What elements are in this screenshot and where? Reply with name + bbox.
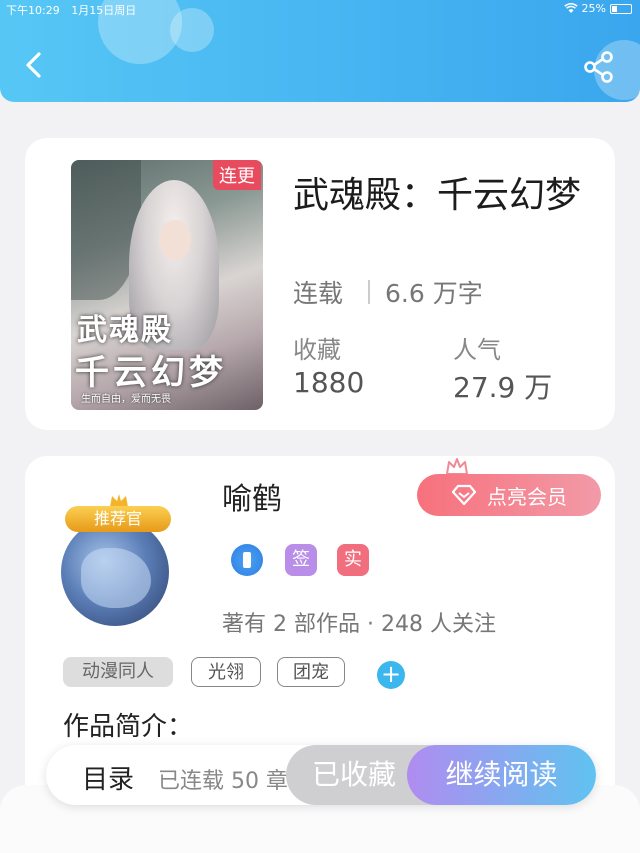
popularity-value: 27.9 万 — [453, 371, 553, 404]
divider — [368, 280, 370, 304]
chevron-left-icon — [26, 52, 41, 78]
status-time-text: 下午10:29 — [6, 4, 60, 17]
share-button[interactable] — [580, 48, 618, 86]
wifi-icon — [563, 3, 578, 13]
status-date: 1月15日周日 — [71, 4, 137, 17]
share-icon — [584, 51, 613, 83]
favorites-label: 收藏 — [293, 336, 341, 364]
book-word-count: 6.6 万字 — [385, 279, 483, 308]
status-right: 25% — [563, 2, 632, 15]
cover-caption: 生而自由，爱而无畏 — [81, 394, 171, 405]
vip-button[interactable]: 点亮会员 — [417, 474, 601, 516]
author-name[interactable]: 喻鹤 — [222, 474, 282, 518]
serial-status: 已连载 50 章 — [158, 769, 288, 794]
bottom-action-bar: 目录 已连载 50 章 已收藏 继续阅读 — [46, 745, 596, 805]
cover-status-badge: 连更 — [213, 160, 261, 190]
book-cover[interactable]: 连更 武魂殿 千云幻梦 生而自由，爱而无畏 — [71, 160, 263, 410]
verified-badge: 实 — [337, 544, 369, 576]
add-tag-button[interactable]: + — [377, 661, 405, 689]
cover-title-line2: 千云幻梦 — [75, 353, 227, 393]
book-title: 武魂殿：千云幻梦 — [293, 175, 582, 216]
back-button[interactable] — [18, 48, 52, 82]
header: 下午10:29 1月15日周日 25% — [0, 0, 640, 102]
intro-title: 作品简介： — [63, 712, 194, 742]
recommender-ribbon: 推荐官 — [65, 506, 171, 532]
status-time: 下午10:29 1月15日周日 — [6, 2, 136, 18]
battery-icon — [610, 3, 632, 14]
tag-chip[interactable]: 团宠 — [277, 657, 345, 687]
avatar-art — [81, 548, 151, 608]
signed-badge: 签 — [285, 544, 317, 576]
cover-title-line1: 武魂殿 — [77, 313, 173, 348]
favorites-value: 1880 — [293, 366, 365, 399]
cover-art-face — [159, 220, 191, 260]
phone-badge-glyph — [243, 552, 251, 568]
vip-crown-icon — [446, 458, 468, 475]
author-meta: 著有 2 部作品 · 248 人关注 — [222, 612, 496, 637]
diamond-icon — [451, 484, 477, 506]
battery-percent: 25% — [581, 2, 606, 15]
book-status: 连载 — [293, 279, 344, 308]
tag-chip[interactable]: 光翎 — [191, 657, 261, 687]
vip-button-label: 点亮会员 — [487, 484, 567, 509]
avatar[interactable] — [61, 518, 169, 626]
phone-badge-icon — [231, 544, 263, 576]
book-info-card: 连更 武魂殿 千云幻梦 生而自由，爱而无畏 武魂殿：千云幻梦 连载 6.6 万字… — [25, 138, 615, 430]
status-bar: 下午10:29 1月15日周日 25% — [0, 0, 640, 18]
popularity-label: 人气 — [453, 336, 501, 364]
toc-button[interactable]: 目录 — [82, 759, 134, 796]
continue-reading-button[interactable]: 继续阅读 — [407, 745, 596, 805]
tag-chip[interactable]: 动漫同人 — [63, 657, 173, 687]
